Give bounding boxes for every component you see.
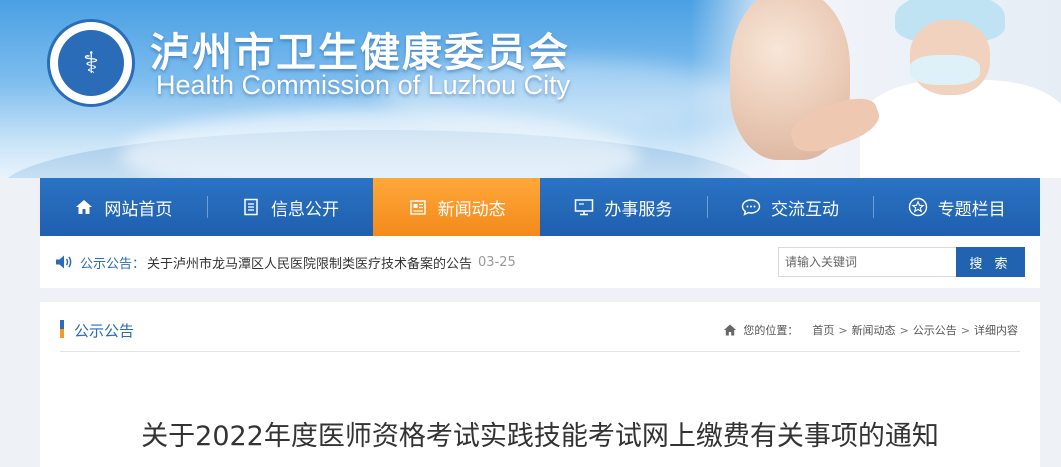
nav-item-label: 交流互动 <box>771 199 840 220</box>
nav-item-topics[interactable]: 专题栏目 <box>873 178 1040 236</box>
site-logo[interactable]: ⚕ <box>47 19 135 107</box>
news-icon <box>408 197 428 217</box>
nav-item-label: 专题栏目 <box>937 199 1006 220</box>
star-icon <box>908 197 928 217</box>
notice-date: 03-25 <box>478 254 516 270</box>
banner-photo <box>690 0 1061 178</box>
nav-item-label: 信息公开 <box>271 199 339 220</box>
breadcrumb-home[interactable]: 首页 <box>812 322 834 338</box>
chat-icon <box>741 197 761 217</box>
breadcrumb-separator: > <box>960 323 970 337</box>
breadcrumb: 您的位置： 首页 > 新闻动态 > 公示公告 > 详细内容 <box>723 322 1018 338</box>
nav-item-services[interactable]: 办事服务 <box>540 178 707 236</box>
breadcrumb-news[interactable]: 新闻动态 <box>852 322 896 338</box>
home-icon <box>74 197 94 217</box>
breadcrumb-current: 详细内容 <box>974 324 1018 337</box>
notice-bar: 公示公告： 关于泸州市龙马潭区人民医院限制类医疗技术备案的公告 03-25 搜 … <box>40 236 1040 288</box>
speaker-icon <box>54 252 74 272</box>
breadcrumb-separator: > <box>899 323 909 337</box>
monitor-icon <box>574 197 594 217</box>
breadcrumb-notices[interactable]: 公示公告 <box>913 322 957 338</box>
category-marker <box>60 320 64 338</box>
category-title: 公示公告 <box>74 322 135 340</box>
notice-label: 公示公告： <box>80 256 146 272</box>
nav-item-interaction[interactable]: 交流互动 <box>706 178 874 236</box>
home-icon <box>723 323 737 337</box>
document-icon <box>241 197 261 217</box>
site-title-english: Health Commission of Luzhou City <box>156 70 571 100</box>
article-title: 关于2022年度医师资格考试实践技能考试网上缴费有关事项的通知 <box>141 421 939 452</box>
caduceus-icon: ⚕ <box>58 30 124 96</box>
breadcrumb-separator: > <box>838 323 848 337</box>
breadcrumb-location-label: 您的位置： <box>743 324 799 337</box>
nav-item-label: 办事服务 <box>604 199 673 220</box>
nav-item-label: 网站首页 <box>104 199 173 220</box>
nav-item-news[interactable]: 新闻动态 <box>373 178 541 236</box>
site-header: ⚕ 泸州市卫生健康委员会 Health Commission of Luzhou… <box>0 0 1061 178</box>
search-button[interactable]: 搜 索 <box>956 247 1025 277</box>
nav-item-label: 新闻动态 <box>437 199 506 220</box>
search-box: 搜 索 <box>778 247 1025 277</box>
main-nav: 网站首页 信息公开 新闻动态 办事服务 交流互动 专题栏目 <box>40 178 1040 236</box>
search-input[interactable] <box>778 247 956 277</box>
nav-item-home[interactable]: 网站首页 <box>40 178 207 236</box>
article-panel: 公示公告 您的位置： 首页 > 新闻动态 > 公示公告 > 详细内容 关于202… <box>40 302 1040 467</box>
notice-link[interactable]: 关于泸州市龙马潭区人民医院限制类医疗技术备案的公告 <box>147 253 472 272</box>
nav-item-info[interactable]: 信息公开 <box>206 178 374 236</box>
article-header: 公示公告 您的位置： 首页 > 新闻动态 > 公示公告 > 详细内容 <box>60 316 1020 352</box>
